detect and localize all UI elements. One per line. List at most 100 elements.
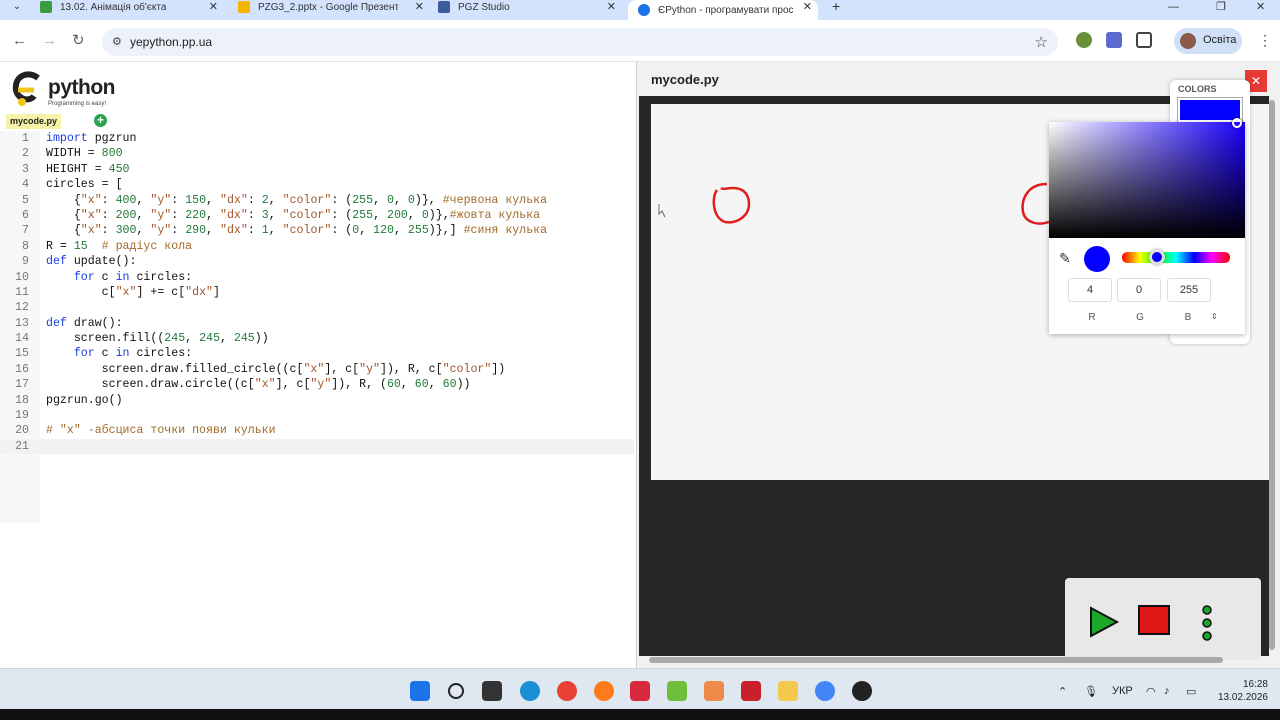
- code-line[interactable]: 5 {"x": 400, "y": 150, "dx": 2, "color":…: [0, 193, 634, 208]
- code-line[interactable]: 1 import pgzrun: [0, 131, 634, 146]
- horizontal-scroll-thumb[interactable]: [649, 657, 1223, 663]
- language-indicator[interactable]: УКР: [1112, 685, 1133, 697]
- line-number: 3: [22, 162, 29, 176]
- volume-icon[interactable]: ♪: [1164, 685, 1170, 697]
- code-line[interactable]: 4 circles = [: [0, 177, 634, 192]
- address-bar[interactable]: ⚙ yepython.pp.ua ☆: [102, 28, 1058, 56]
- microphone-icon[interactable]: 🎙: [1084, 685, 1098, 698]
- menu-dot-2[interactable]: [1202, 618, 1212, 628]
- code-line[interactable]: 11 c["x"] += c["dx"]: [0, 285, 634, 300]
- profile-button[interactable]: Освіта: [1174, 28, 1242, 54]
- color-picker: ✎ 4 0 255 R G B ⇕: [1049, 118, 1245, 334]
- line-number: 14: [15, 332, 29, 346]
- code-line[interactable]: 18 pgzrun.go(): [0, 393, 634, 408]
- code-line[interactable]: 12: [0, 300, 634, 315]
- hue-slider[interactable]: [1122, 252, 1230, 263]
- code-line[interactable]: 15 for c in circles:: [0, 346, 634, 361]
- wps-icon[interactable]: [630, 681, 650, 701]
- logo-tagline: Programming is easy!: [48, 101, 107, 107]
- code-line[interactable]: 19: [0, 408, 634, 423]
- tab-3-close-icon[interactable]: ✕: [607, 0, 616, 14]
- tab-2-close-icon[interactable]: ✕: [415, 0, 424, 14]
- back-arrow-icon[interactable]: ←: [12, 32, 27, 50]
- browser-tab-2[interactable]: PZG3_2.pptx - Google Презент ✕: [238, 0, 424, 14]
- site-info-icon[interactable]: ⚙: [112, 35, 126, 49]
- play-icon[interactable]: [1090, 606, 1120, 638]
- extensions-puzzle-icon[interactable]: [1136, 32, 1152, 48]
- green-input[interactable]: 0: [1117, 278, 1161, 302]
- code-line[interactable]: 20 # "x" -абсциса точки появи кульки: [0, 423, 634, 438]
- tab-search-chevron-icon[interactable]: ⌄: [6, 0, 28, 14]
- wifi-icon[interactable]: ◠: [1146, 685, 1156, 698]
- forward-arrow-icon[interactable]: →: [42, 32, 57, 50]
- code-line[interactable]: 10 for c in circles:: [0, 270, 634, 285]
- code-line[interactable]: 9 def update():: [0, 254, 634, 269]
- browser-menu-icon[interactable]: ⋮: [1258, 32, 1272, 49]
- browser-tab-3[interactable]: PGZ Studio ✕: [438, 0, 616, 14]
- red-input[interactable]: 4: [1068, 278, 1112, 302]
- app-orange-icon[interactable]: [704, 681, 724, 701]
- url-text: yepython.pp.ua: [130, 35, 213, 49]
- code-line[interactable]: 6 {"x": 200, "y": 220, "dx": 3, "color":…: [0, 208, 634, 223]
- saturation-value-area[interactable]: [1049, 122, 1245, 238]
- add-file-plus-icon[interactable]: +: [94, 114, 107, 127]
- code-line[interactable]: 21: [0, 438, 634, 455]
- yepython-logo[interactable]: python Programming is easy!: [10, 68, 130, 112]
- menu-dot-3[interactable]: [1202, 631, 1212, 641]
- reload-icon[interactable]: ↻: [72, 32, 85, 50]
- code-line-text: HEIGHT = 450: [46, 162, 130, 176]
- code-line[interactable]: 13 def draw():: [0, 316, 634, 331]
- code-line[interactable]: 3 HEIGHT = 450: [0, 162, 634, 177]
- tab-1-close-icon[interactable]: ✕: [209, 0, 218, 14]
- browser-tab-4-active[interactable]: ЄPython - програмувати прос ✕: [628, 0, 818, 20]
- eyedropper-icon[interactable]: ✎: [1059, 250, 1071, 267]
- code-line[interactable]: 17 screen.draw.circle((c["x"], c["y"]), …: [0, 377, 634, 392]
- blue-input[interactable]: 255: [1167, 278, 1211, 302]
- browser-tab-1[interactable]: 13.02. Анімація об'єкта ✕: [40, 0, 218, 14]
- code-line[interactable]: 8 R = 15 # радіус кола: [0, 239, 634, 254]
- tray-overflow-icon[interactable]: ⌃: [1058, 685, 1067, 698]
- vertical-scroll-thumb[interactable]: [1269, 100, 1275, 650]
- format-toggle-icon[interactable]: ⇕: [1211, 312, 1218, 321]
- firefox-icon[interactable]: [594, 681, 614, 701]
- chrome-profile-icon[interactable]: [815, 681, 835, 701]
- selected-color-swatch[interactable]: [1177, 97, 1243, 123]
- task-view-icon[interactable]: [482, 681, 502, 701]
- stop-icon[interactable]: [1138, 605, 1170, 635]
- restore-icon[interactable]: ❐: [1216, 0, 1226, 14]
- app-dark-icon[interactable]: [852, 681, 872, 701]
- code-line-text: screen.draw.circle((c["x"], c["y"]), R, …: [46, 378, 471, 392]
- tab-4-close-icon[interactable]: ✕: [803, 0, 812, 14]
- file-tab[interactable]: mycode.py: [6, 114, 62, 129]
- menu-dot-1[interactable]: [1202, 605, 1212, 615]
- window-close-icon[interactable]: ✕: [1256, 0, 1265, 14]
- extension-1-icon[interactable]: [1076, 32, 1092, 48]
- battery-icon[interactable]: ▭: [1186, 685, 1196, 698]
- line-number: 16: [15, 362, 29, 376]
- bookmark-star-icon[interactable]: ☆: [1035, 33, 1048, 51]
- chrome-icon[interactable]: [557, 681, 577, 701]
- horizontal-scrollbar[interactable]: [649, 656, 1269, 664]
- code-area[interactable]: 1 import pgzrun 2 WIDTH = 800 3 HEIGHT = 450 4…: [0, 131, 634, 455]
- search-icon[interactable]: [448, 683, 464, 699]
- extension-2-icon[interactable]: [1106, 32, 1122, 48]
- line-number: 7: [22, 224, 29, 238]
- code-line[interactable]: 7 {"x": 300, "y": 290, "dx": 1, "color":…: [0, 223, 634, 238]
- hue-slider-handle[interactable]: [1149, 249, 1165, 265]
- code-line[interactable]: 14 screen.fill((245, 245, 245)): [0, 331, 634, 346]
- saturation-handle[interactable]: [1232, 118, 1242, 128]
- vertical-scrollbar[interactable]: [1268, 100, 1276, 660]
- minimize-icon[interactable]: —: [1168, 0, 1179, 14]
- file-explorer-icon[interactable]: [778, 681, 798, 701]
- code-line-text: R = 15 # радіус кола: [46, 239, 193, 253]
- edge-icon[interactable]: [520, 681, 540, 701]
- app-green-icon[interactable]: [667, 681, 687, 701]
- clock-time: 16:28: [1242, 679, 1268, 690]
- clock[interactable]: 16:28 13.02.2026: [1212, 678, 1268, 704]
- app-red-icon[interactable]: [741, 681, 761, 701]
- code-line[interactable]: 16 screen.draw.filled_circle((c["x"], c[…: [0, 362, 634, 377]
- code-line-text: c["x"] += c["dx"]: [46, 285, 220, 299]
- code-line[interactable]: 2 WIDTH = 800: [0, 146, 634, 161]
- start-menu-icon[interactable]: [410, 681, 430, 701]
- new-tab-plus-icon[interactable]: +: [832, 0, 840, 14]
